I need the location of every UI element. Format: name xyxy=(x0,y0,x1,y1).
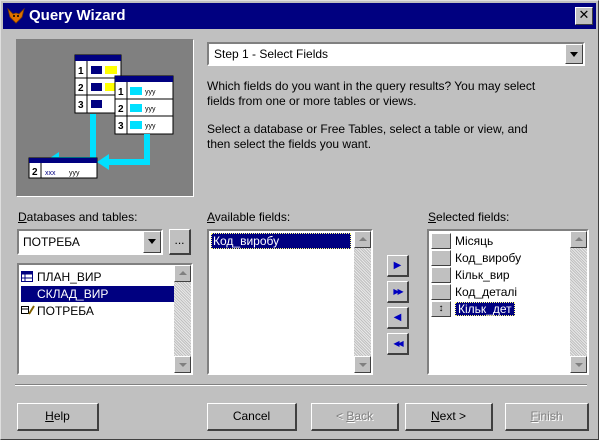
illus-bottom-cell-x: xxx xyxy=(45,170,56,177)
chevron-down-icon[interactable] xyxy=(143,231,161,253)
field-name: Кільк_вир xyxy=(455,268,510,282)
drag-handle[interactable] xyxy=(431,284,451,300)
title-bar[interactable]: Query Wizard ✕ xyxy=(3,3,596,29)
database-name: ПОТРЕБА xyxy=(37,304,94,318)
field-name: Код_деталі xyxy=(455,285,518,299)
drag-handle[interactable] xyxy=(431,267,451,283)
list-item[interactable]: Місяць xyxy=(431,233,571,249)
illus-left-row-2: 2 xyxy=(78,83,84,94)
databases-label: Databases and tables: xyxy=(18,210,138,224)
scroll-down-icon[interactable] xyxy=(354,356,371,373)
list-item-selected[interactable]: Код_виробу xyxy=(211,233,351,249)
list-item-selected[interactable]: ↕ Кільк_дет xyxy=(431,301,571,317)
list-item[interactable]: ПЛАН_ВИР xyxy=(21,269,171,285)
remove-all-fields-button[interactable]: ◀◀ xyxy=(387,333,409,355)
field-name: Код_виробу xyxy=(455,251,522,265)
description-text-1: Which fields do you want in the query re… xyxy=(207,79,592,109)
wizard-illustration: 1 2 3 1 2 3 yyy yyy yyy 2 xxx yyy xyxy=(16,39,194,197)
drag-handle[interactable] xyxy=(431,250,451,266)
illus-right-row-3: 3 xyxy=(118,121,124,132)
scroll-down-icon[interactable] xyxy=(570,356,587,373)
browse-label: ... xyxy=(174,233,185,247)
window-title: Query Wizard xyxy=(29,7,126,24)
database-combo[interactable]: ПОТРЕБА xyxy=(17,229,163,255)
arrow-right-icon: ▶ xyxy=(393,260,402,271)
move-handle-icon[interactable]: ↕ xyxy=(431,301,451,317)
field-name: Місяць xyxy=(455,234,494,248)
field-name: Код_виробу xyxy=(213,234,280,248)
remove-field-button[interactable]: ◀ xyxy=(387,307,409,329)
table-merge-illustration: 1 2 3 1 2 3 yyy yyy yyy 2 xxx yyy xyxy=(28,54,174,179)
description-line: fields from one or more tables or views. xyxy=(207,94,417,108)
drag-handle[interactable] xyxy=(431,233,451,249)
next-button[interactable]: Next > xyxy=(405,403,493,431)
list-item[interactable]: Кільк_вир xyxy=(431,267,571,283)
scroll-up-icon[interactable] xyxy=(174,265,191,282)
fox-icon xyxy=(7,7,25,24)
tables-list-scrollbar[interactable] xyxy=(174,265,191,373)
close-button[interactable]: ✕ xyxy=(575,7,593,25)
selected-fields-scrollbar[interactable] xyxy=(570,231,587,373)
step-selector[interactable]: Step 1 - Select Fields xyxy=(207,42,585,66)
illus-right-cell-y1: yyy xyxy=(145,89,156,96)
step-selector-value: Step 1 - Select Fields xyxy=(214,47,329,61)
table-icon xyxy=(21,288,33,299)
cancel-button[interactable]: Cancel xyxy=(207,403,297,431)
description-line: Select a database or Free Tables, select… xyxy=(207,122,528,136)
available-fields-label: Available fields: xyxy=(207,210,291,224)
back-button[interactable]: < Back xyxy=(311,403,399,431)
tables-list[interactable]: ПЛАН_ВИР СКЛАД_ВИР ПОТРЕБА xyxy=(17,263,193,375)
illus-right-cell-y2: yyy xyxy=(145,106,156,113)
illus-right-row-1: 1 xyxy=(118,87,124,98)
illus-left-row-1: 1 xyxy=(78,66,84,77)
finish-button[interactable]: Finish xyxy=(505,403,589,431)
available-fields-list[interactable]: Код_виробу xyxy=(207,229,373,375)
add-all-fields-button[interactable]: ▶▶ xyxy=(387,281,409,303)
available-fields-scrollbar[interactable] xyxy=(354,231,371,373)
chevron-down-icon[interactable] xyxy=(565,44,583,64)
database-icon xyxy=(21,305,35,315)
list-item[interactable]: Код_виробу xyxy=(431,250,571,266)
arrow-left-icon: ◀ xyxy=(393,312,402,323)
description-text-2: Select a database or Free Tables, select… xyxy=(207,122,592,152)
list-item[interactable]: Код_деталі xyxy=(431,284,571,300)
browse-database-button[interactable]: ... xyxy=(169,229,191,255)
scroll-up-icon[interactable] xyxy=(354,231,371,248)
illus-bottom-row: 2 xyxy=(32,167,38,178)
double-arrow-right-icon: ▶▶ xyxy=(393,287,403,296)
footer-divider xyxy=(15,384,587,386)
illus-bottom-cell-y: yyy xyxy=(69,170,80,177)
selected-fields-list[interactable]: Місяць Код_виробу Кільк_вир Код_деталі ↕… xyxy=(427,229,589,375)
list-item-selected[interactable]: СКЛАД_ВИР xyxy=(21,286,176,302)
query-wizard-window: Query Wizard ✕ 1 2 3 1 2 3 yyy yyy yyy 2… xyxy=(0,0,599,440)
help-button[interactable]: Help xyxy=(17,403,99,431)
database-combo-value: ПОТРЕБА xyxy=(23,235,80,249)
scroll-down-icon[interactable] xyxy=(174,356,191,373)
table-icon xyxy=(21,271,33,282)
illus-left-row-3: 3 xyxy=(78,100,84,111)
selected-fields-label: Selected fields: xyxy=(428,210,510,224)
close-icon: ✕ xyxy=(578,8,590,23)
description-line: then select the fields you want. xyxy=(207,137,372,151)
list-item[interactable]: ПОТРЕБА xyxy=(21,303,171,319)
double-arrow-left-icon: ◀◀ xyxy=(393,339,403,348)
scroll-up-icon[interactable] xyxy=(570,231,587,248)
description-line: Which fields do you want in the query re… xyxy=(207,79,536,93)
field-name: Кільк_дет xyxy=(455,302,515,316)
illus-right-cell-y3: yyy xyxy=(145,123,156,130)
add-field-button[interactable]: ▶ xyxy=(387,255,409,277)
table-name: СКЛАД_ВИР xyxy=(37,287,109,301)
illus-right-row-2: 2 xyxy=(118,104,124,115)
table-name: ПЛАН_ВИР xyxy=(37,270,102,284)
